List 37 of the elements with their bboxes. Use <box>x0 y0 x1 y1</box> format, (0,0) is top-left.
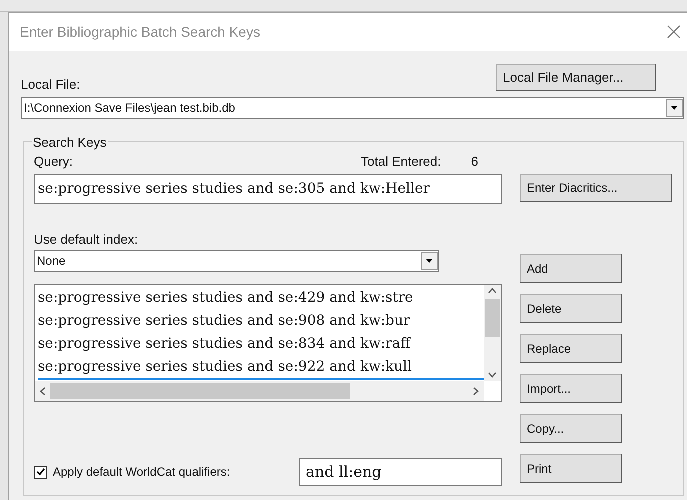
close-icon[interactable] <box>667 25 681 39</box>
search-key-item[interactable]: se:progressive series studies and se:429 and kw:stre <box>38 288 484 311</box>
action-button[interactable]: Add <box>520 254 622 283</box>
qualifiers-field[interactable]: and ll:eng <box>299 458 502 486</box>
field-label: Local File: <box>21 76 80 94</box>
action-button[interactable]: Import... <box>520 374 622 403</box>
enter-diacritics-button[interactable]: Enter Diacritics... <box>520 174 672 202</box>
index-dropdown[interactable]: None <box>34 250 439 272</box>
action-button[interactable]: Print <box>520 454 622 483</box>
total-count: 6 <box>471 153 478 172</box>
local-file-combo[interactable]: I:\Connexion Save Files\jean test.bib.db <box>21 97 684 119</box>
total-label: Total Entered: <box>361 153 442 172</box>
local-file-manager-button[interactable]: Local File Manager... <box>496 64 656 91</box>
qualifiers-text: and ll:eng <box>306 462 382 483</box>
field-label: Query: <box>34 153 74 172</box>
scroll-right-icon[interactable] <box>473 386 479 396</box>
scroll-up-icon[interactable] <box>488 288 497 294</box>
scroll-thumb[interactable] <box>50 383 350 399</box>
qualifiers-checkbox[interactable] <box>34 466 47 478</box>
action-button[interactable]: Delete <box>520 294 622 323</box>
scroll-down-icon[interactable] <box>488 372 497 378</box>
scroll-thumb[interactable] <box>485 299 500 337</box>
scroll-left-icon[interactable] <box>40 386 46 396</box>
horizontal-scrollbar[interactable] <box>35 381 484 401</box>
vertical-scrollbar[interactable] <box>484 285 501 381</box>
dropdown-value: None <box>37 253 66 270</box>
query-field[interactable]: se:progressive series studies and se:305 and kw:Heller <box>34 174 502 204</box>
combo-value: I:\Connexion Save Files\jean test.bib.db <box>24 100 236 117</box>
action-button[interactable]: Copy... <box>520 414 622 443</box>
field-label: Use default index: <box>34 232 138 247</box>
window-title: Enter Bibliographic Batch Search Keys <box>20 22 260 42</box>
search-key-item[interactable]: se:progressive series studies and se:908 and kw:bur <box>38 311 484 334</box>
action-button[interactable]: Replace <box>520 334 622 363</box>
search-key-item[interactable]: se:progressive series studies and se:834 and kw:raff <box>38 334 484 357</box>
checkbox-label: Apply default WorldCat qualifiers: <box>53 464 230 481</box>
search-keys-list[interactable] <box>34 284 502 402</box>
query-text: se:progressive series studies and se:305 and kw:Heller <box>38 180 430 198</box>
